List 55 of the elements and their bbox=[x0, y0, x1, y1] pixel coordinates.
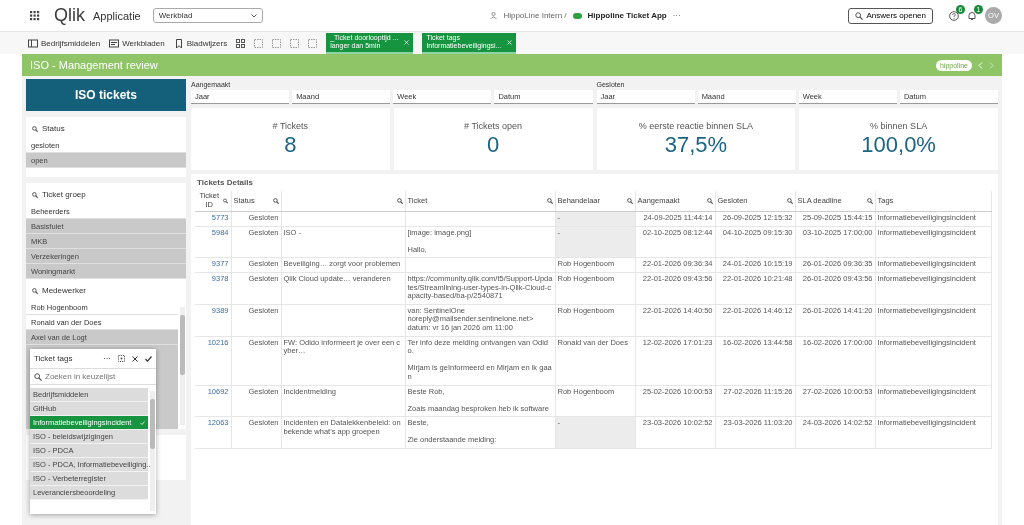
panel-icon bbox=[28, 38, 38, 48]
caret-icon bbox=[250, 13, 257, 18]
search-icon[interactable] bbox=[786, 198, 793, 204]
kpi-value: 0 bbox=[487, 131, 500, 158]
logo: Qlik bbox=[54, 5, 85, 26]
app-label: Applicatie bbox=[93, 9, 141, 22]
grid-icon[interactable] bbox=[236, 38, 246, 48]
search-icon[interactable] bbox=[396, 198, 403, 204]
close-icon[interactable] bbox=[132, 355, 138, 362]
kpi-value: 8 bbox=[284, 131, 297, 158]
search-icon[interactable] bbox=[32, 191, 38, 198]
app-logo-icon bbox=[572, 12, 582, 19]
sheet-title: ISO - Management review bbox=[30, 59, 158, 71]
table-title: Tickets Details bbox=[196, 177, 254, 189]
search-icon[interactable] bbox=[855, 11, 864, 20]
search-icon[interactable] bbox=[32, 125, 38, 132]
kpi-label: % eerste reactie binnen SLA bbox=[638, 120, 753, 131]
check-icon[interactable] bbox=[145, 355, 152, 362]
person-icon bbox=[490, 12, 498, 19]
filter-title: Medewerker bbox=[42, 286, 86, 295]
toolbar-button[interactable]: Bedrijfsmiddelen bbox=[28, 38, 101, 48]
help-icon[interactable] bbox=[949, 10, 959, 21]
scrollbar[interactable] bbox=[180, 307, 185, 425]
bookmark-icon bbox=[173, 38, 184, 48]
filter-title: Ticket groep bbox=[42, 190, 86, 199]
kpi-value: 100,0% bbox=[861, 131, 936, 158]
check-icon bbox=[140, 420, 145, 425]
kpi-label: # Tickets bbox=[272, 120, 309, 131]
space-label[interactable]: HippoLine Intern / bbox=[503, 11, 567, 20]
search-icon[interactable] bbox=[626, 198, 633, 204]
search-icon[interactable] bbox=[32, 287, 38, 294]
menu-icon[interactable] bbox=[30, 10, 40, 21]
search-icon[interactable] bbox=[34, 372, 42, 381]
search-icon[interactable] bbox=[706, 198, 713, 204]
search-icon[interactable] bbox=[272, 198, 279, 204]
sheet-icon bbox=[109, 38, 120, 48]
more-button[interactable]: ··· bbox=[103, 354, 111, 363]
kpi-label: % binnen SLA bbox=[870, 120, 928, 131]
title-banner: ISO tickets bbox=[26, 79, 186, 111]
toolbar-button[interactable]: Bladwijzers bbox=[173, 38, 228, 48]
kpi-value: 37,5% bbox=[664, 131, 728, 158]
search-icon[interactable] bbox=[866, 198, 873, 204]
filter-title: Status bbox=[42, 124, 65, 133]
search-icon[interactable] bbox=[546, 198, 553, 204]
toolbar-button[interactable]: Werkbladen bbox=[109, 38, 165, 48]
sheet-dropdown[interactable]: Werkblad bbox=[152, 8, 263, 23]
app-name: Hippoline Ticket App bbox=[587, 11, 667, 20]
scrollbar[interactable] bbox=[150, 391, 155, 511]
kpi-label: # Tickets open bbox=[464, 120, 523, 131]
answers-button[interactable]: Answers openen bbox=[848, 7, 933, 24]
more-button[interactable]: ··· bbox=[672, 11, 681, 20]
search-icon[interactable] bbox=[223, 198, 229, 204]
selection-tool-icon[interactable] bbox=[118, 355, 125, 362]
popup-title: Ticket tags bbox=[34, 354, 74, 363]
bell-icon[interactable] bbox=[967, 10, 977, 21]
